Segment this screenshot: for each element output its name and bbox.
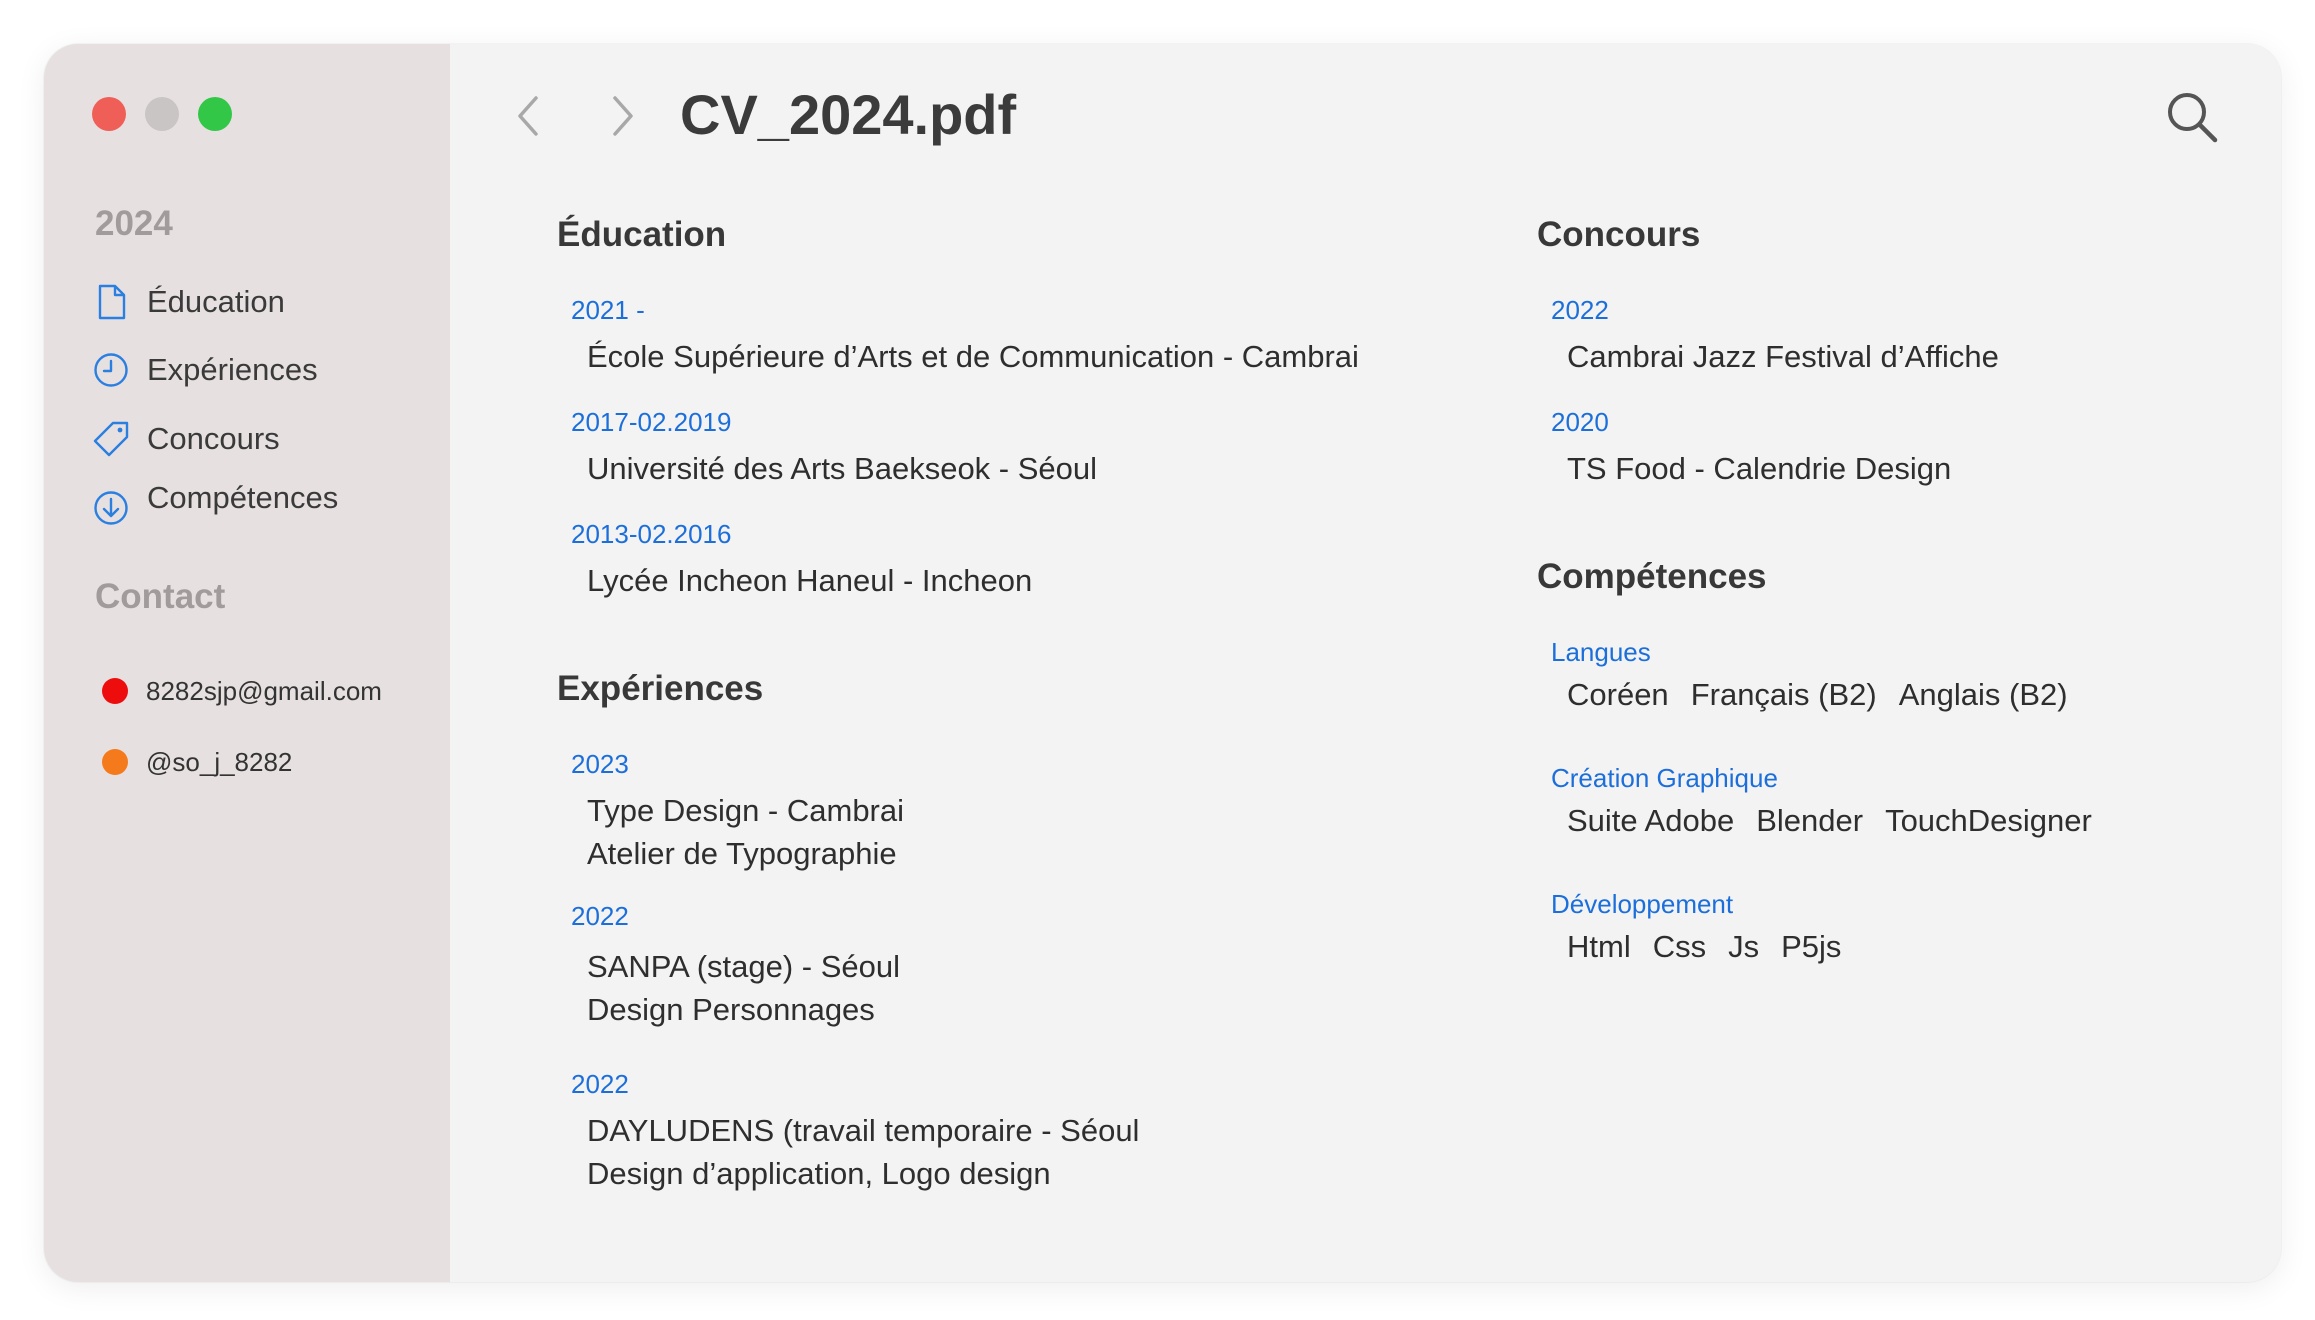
minimize-window-button[interactable] [145, 97, 179, 131]
entry-line: SANPA (stage) - Séoul [587, 949, 901, 984]
entry-date: 2017-02.2019 [571, 407, 732, 437]
entry-text: École Supérieure d’Arts et de Communicat… [587, 339, 1359, 374]
search-button[interactable] [2163, 88, 2221, 146]
entry-line: Design d’application, Logo design [587, 1156, 1051, 1191]
skill-item: Css [1652, 929, 1707, 964]
red-dot-icon [102, 678, 128, 704]
sidebar-item-label: Concours [147, 421, 280, 456]
clock-icon [92, 351, 130, 389]
skill-group-label: Développement [1551, 889, 1734, 919]
app-window: 2024 Éducation Expériences Concours Comp… [44, 44, 2281, 1282]
sidebar-item-experiences[interactable]: Expériences [92, 344, 318, 396]
section-title-education: Éducation [557, 215, 727, 254]
contact-email[interactable]: 8282sjp@gmail.com [102, 671, 382, 711]
contact-instagram[interactable]: @so_j_8282 [102, 742, 292, 782]
zoom-window-button[interactable] [198, 97, 232, 131]
entry-text: DAYLUDENS (travail temporaire - Séoul De… [587, 1109, 1139, 1195]
entry-text: Lycée Incheon Haneul - Incheon [587, 563, 1033, 598]
skill-item: Français (B2) [1690, 677, 1877, 712]
contact-handle-text: @so_j_8282 [146, 746, 293, 777]
forward-button[interactable] [601, 90, 641, 142]
chevron-right-icon [613, 96, 633, 136]
back-button[interactable] [510, 90, 550, 142]
entry-text: Cambrai Jazz Festival d’Affiche [1567, 339, 1999, 374]
entry-date: 2021 - [571, 295, 645, 325]
chevron-left-icon [518, 96, 538, 136]
skill-group-label: Langues [1551, 637, 1651, 667]
entry-line: Type Design - Cambrai [587, 793, 905, 828]
skill-group-label: Création Graphique [1551, 763, 1778, 793]
entry-date: 2020 [1551, 407, 1609, 437]
section-title-experiences: Expériences [557, 669, 764, 708]
contact-email-text: 8282sjp@gmail.com [146, 675, 382, 706]
skill-item: Coréen [1567, 677, 1669, 712]
entry-date: 2023 [571, 749, 629, 779]
skill-item: Js [1728, 929, 1760, 964]
skill-item: Anglais (B2) [1898, 677, 2068, 712]
download-circle-icon [92, 479, 130, 525]
skill-item: Blender [1756, 803, 1864, 838]
entry-date: 2022 [571, 901, 629, 931]
sidebar-heading-contact: Contact [95, 577, 226, 616]
entry-line: DAYLUDENS (travail temporaire - Séoul [587, 1113, 1140, 1148]
section-title-competences: Compétences [1537, 557, 1767, 596]
skill-item: TouchDesigner [1885, 803, 2092, 838]
sidebar-item-label: Éducation [147, 284, 285, 319]
sidebar-heading-year: 2024 [95, 204, 173, 243]
entry-text: TS Food - Calendrie Design [1567, 451, 1952, 486]
skill-item: Suite Adobe [1567, 803, 1735, 838]
search-icon [2168, 93, 2218, 143]
entry-text: Type Design - Cambrai Atelier de Typogra… [587, 789, 904, 875]
skill-item: Html [1567, 929, 1631, 964]
skill-list: Html Css Js P5js [1567, 929, 1841, 965]
close-window-button[interactable] [92, 97, 126, 131]
section-title-concours: Concours [1537, 215, 1701, 254]
tag-icon [92, 420, 130, 458]
entry-date: 2022 [571, 1069, 629, 1099]
skill-list: Coréen Français (B2) Anglais (B2) [1567, 677, 2068, 713]
sidebar-item-concours[interactable]: Concours [92, 413, 280, 465]
sidebar-item-education[interactable]: Éducation [92, 276, 285, 328]
sidebar-item-competences[interactable]: Compétences [92, 472, 339, 525]
entry-date: 2013-02.2016 [571, 519, 732, 549]
document-title: CV_2024.pdf [680, 83, 1017, 146]
entry-line: Design Personnages [587, 992, 875, 1027]
sidebar: 2024 Éducation Expériences Concours Comp… [44, 44, 450, 1282]
entry-line: Atelier de Typographie [587, 836, 897, 871]
entry-date: 2022 [1551, 295, 1609, 325]
entry-text: SANPA (stage) - Séoul Design Personnages [587, 945, 900, 1031]
skill-list: Suite Adobe Blender TouchDesigner [1567, 803, 2092, 839]
sidebar-item-label: Compétences [147, 480, 339, 515]
sidebar-item-label: Expériences [147, 352, 318, 387]
document-icon [92, 283, 130, 321]
entry-text: Université des Arts Baekseok - Séoul [587, 451, 1098, 486]
orange-dot-icon [102, 749, 128, 775]
skill-item: P5js [1781, 929, 1842, 964]
main-content: CV_2024.pdf Éducation 2021 - École Supér… [450, 44, 2281, 1282]
